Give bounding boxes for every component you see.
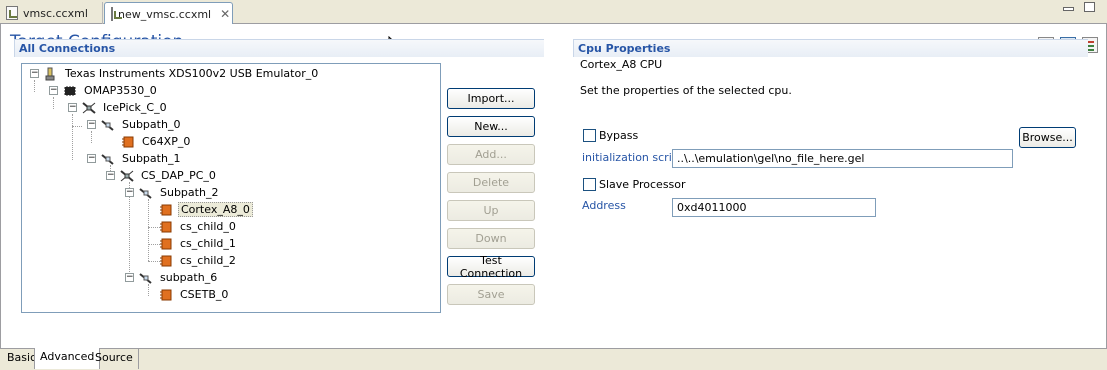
tree-node-icepick[interactable]: − IcePick_C_0 xyxy=(68,99,169,116)
close-icon[interactable]: ✕ xyxy=(220,7,230,21)
tree-node-cs-child-0[interactable]: cs_child_0 xyxy=(158,218,238,235)
cpu-description: Set the properties of the selected cpu. xyxy=(580,84,792,97)
all-connections-header: All Connections xyxy=(14,39,544,57)
ccxml-file-icon xyxy=(111,7,122,21)
collapse-toggle-icon[interactable]: − xyxy=(49,86,58,95)
tree-node-cs-dap[interactable]: − CS_DAP_PC_0 xyxy=(106,167,218,184)
down-button[interactable]: Down xyxy=(447,228,535,249)
emulator-icon xyxy=(45,67,55,80)
tab-source[interactable]: Source xyxy=(90,349,139,369)
window-controls xyxy=(1063,2,1095,12)
connections-tree[interactable]: − Texas Instruments XDS100v2 USB Emulato… xyxy=(21,63,441,313)
editor-tab-new-vmsc[interactable]: new_vmsc.ccxml ✕ xyxy=(104,2,233,25)
delete-button[interactable]: Delete xyxy=(447,172,535,193)
tree-node-subpath-2[interactable]: − Subpath_2 xyxy=(125,184,220,201)
tree-node-subpath-1[interactable]: − Subpath_1 xyxy=(87,150,182,167)
address-label: Address xyxy=(582,199,626,212)
tree-node-subpath-6[interactable]: − subpath_6 xyxy=(125,269,219,286)
tree-node-c64xp[interactable]: C64XP_0 xyxy=(120,133,192,150)
collapse-toggle-icon[interactable]: − xyxy=(87,120,96,129)
tree-node-csetb[interactable]: CSETB_0 xyxy=(158,286,230,303)
tree-node-label: CSETB_0 xyxy=(180,288,229,301)
cpu-icon xyxy=(160,221,172,232)
editor-tab-label: vmsc.ccxml xyxy=(23,6,88,20)
tree-node-label: CS_DAP_PC_0 xyxy=(141,169,216,182)
tree-node-cs-child-2[interactable]: cs_child_2 xyxy=(158,252,238,269)
tree-node-cs-child-1[interactable]: cs_child_1 xyxy=(158,235,238,252)
tree-node-label: OMAP3530_0 xyxy=(84,84,157,97)
bottom-tab-bar: Basic Advanced Source xyxy=(0,348,1107,370)
tree-node-label: cs_child_1 xyxy=(180,237,236,250)
tree-node-label: Cortex_A8_0 xyxy=(178,202,253,217)
tree-node-label: Subpath_2 xyxy=(160,186,219,199)
minimize-icon[interactable] xyxy=(1063,7,1074,11)
address-field[interactable]: 0xd4011000 xyxy=(672,198,876,217)
checkbox-box[interactable] xyxy=(583,129,596,142)
tree-node-label: cs_child_0 xyxy=(180,220,236,233)
new-button[interactable]: New... xyxy=(447,116,535,137)
collapse-toggle-icon[interactable]: − xyxy=(125,188,134,197)
tree-node-label: C64XP_0 xyxy=(142,135,191,148)
cpu-name-label: Cortex_A8 CPU xyxy=(580,58,663,71)
browse-button[interactable]: Browse... xyxy=(1019,127,1076,148)
collapse-toggle-icon[interactable]: − xyxy=(87,154,96,163)
cpu-icon xyxy=(160,238,172,249)
subpath-icon xyxy=(101,153,114,165)
tree-node-omap[interactable]: − OMAP3530_0 xyxy=(49,82,159,99)
subpath-icon xyxy=(139,187,152,199)
initialization-script-label: initialization script xyxy=(582,151,684,164)
editor-tab-label: new_vmsc.ccxml xyxy=(118,7,212,21)
tree-node-label: subpath_6 xyxy=(160,271,218,284)
cpu-icon xyxy=(160,204,172,215)
tree-node-label: Subpath_0 xyxy=(122,118,181,131)
test-connection-button[interactable]: Test Connection xyxy=(447,254,535,280)
cpu-icon xyxy=(160,289,172,300)
slave-processor-label: Slave Processor xyxy=(599,178,686,191)
collapse-toggle-icon[interactable]: − xyxy=(68,103,77,112)
tree-node-label: Texas Instruments XDS100v2 USB Emulator_… xyxy=(65,67,319,80)
tree-node-label: cs_child_2 xyxy=(180,254,236,267)
chip-icon xyxy=(64,85,76,96)
tree-node-emulator[interactable]: − Texas Instruments XDS100v2 USB Emulato… xyxy=(30,65,320,82)
router-icon xyxy=(120,169,134,182)
ccxml-file-icon xyxy=(6,6,18,20)
maximize-icon[interactable] xyxy=(1084,2,1095,12)
tree-node-cortex-a8[interactable]: Cortex_A8_0 xyxy=(158,201,253,218)
bypass-label: Bypass xyxy=(599,129,639,142)
collapse-toggle-icon[interactable]: − xyxy=(125,273,134,282)
bypass-checkbox[interactable]: Bypass xyxy=(583,129,638,142)
cpu-properties-header: Cpu Properties xyxy=(573,39,1088,57)
import-button[interactable]: Import... xyxy=(447,88,535,109)
collapse-toggle-icon[interactable]: − xyxy=(106,171,115,180)
checkbox-box[interactable] xyxy=(583,178,596,191)
add-button[interactable]: Add... xyxy=(447,144,535,165)
cpu-icon xyxy=(122,136,134,147)
cpu-icon xyxy=(160,255,172,266)
tree-node-label: Subpath_1 xyxy=(122,152,181,165)
collapse-toggle-icon[interactable]: − xyxy=(30,69,39,78)
up-button[interactable]: Up xyxy=(447,200,535,221)
tree-node-subpath-0[interactable]: − Subpath_0 xyxy=(87,116,182,133)
subpath-icon xyxy=(101,119,114,131)
router-icon xyxy=(82,101,96,114)
editor-tab-bar: vmsc.ccxml new_vmsc.ccxml ✕ xyxy=(0,0,1107,25)
initialization-script-field[interactable]: ..\..\emulation\gel\no_file_here.gel xyxy=(672,149,1013,168)
save-button[interactable]: Save xyxy=(447,284,535,305)
editor-tab-vmsc[interactable]: vmsc.ccxml xyxy=(0,2,103,24)
slave-processor-checkbox[interactable]: Slave Processor xyxy=(583,178,686,191)
subpath-icon xyxy=(139,272,152,284)
tree-node-label: IcePick_C_0 xyxy=(103,101,167,114)
